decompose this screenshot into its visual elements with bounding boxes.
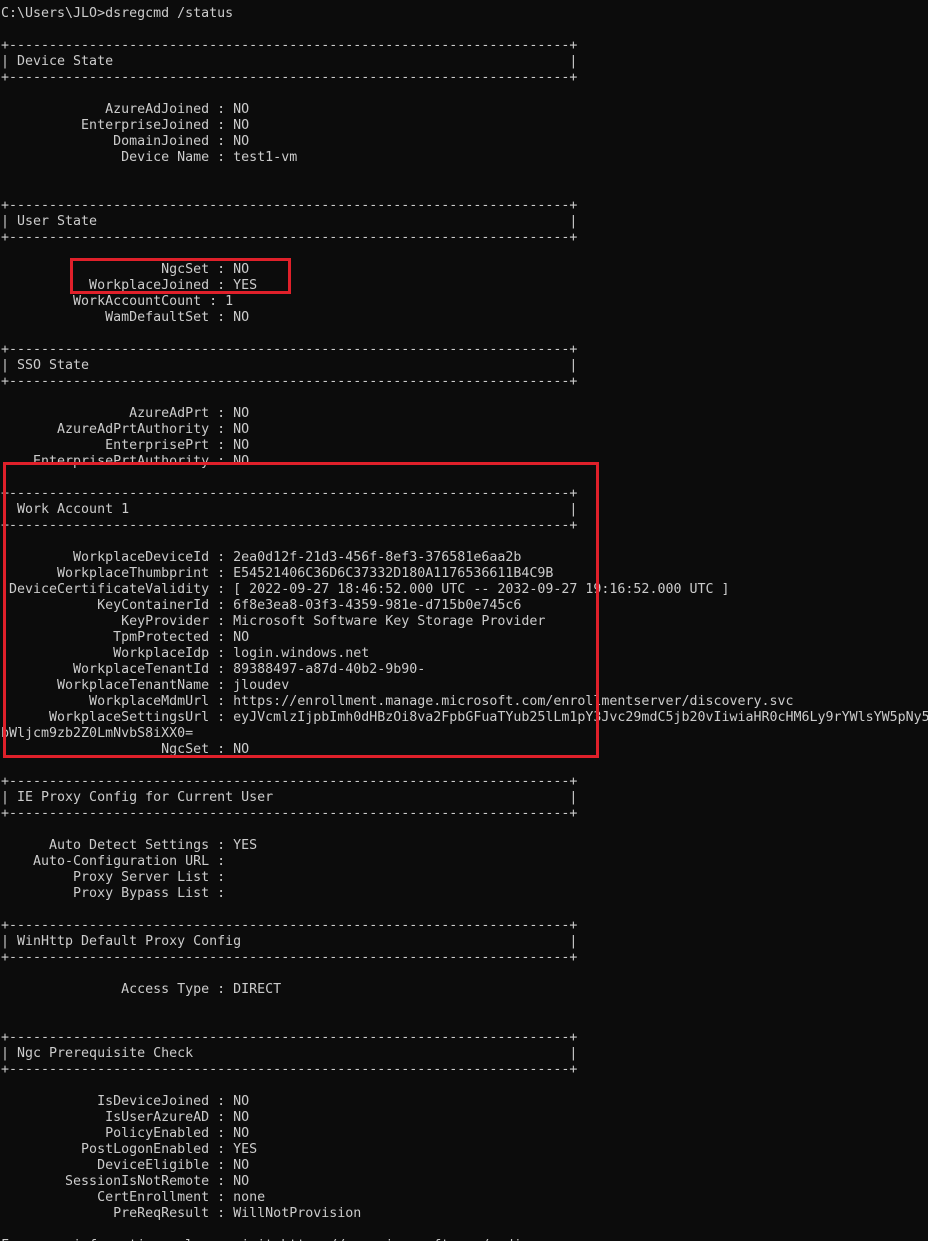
console-line: Auto-Configuration URL :: [1, 854, 226, 869]
console-line: C:\Users\JLO>dsregcmd /status: [1, 6, 234, 21]
console-line: Device Name : test1-vm: [1, 150, 298, 165]
console-line: +---------------------------------------…: [1, 198, 578, 213]
console-line: +---------------------------------------…: [1, 230, 578, 245]
console-line: PolicyEnabled : NO: [1, 1126, 250, 1141]
console-line: AzureAdJoined : NO: [1, 102, 250, 117]
console-line: | SSO State |: [1, 358, 578, 373]
console-line: +---------------------------------------…: [1, 918, 578, 933]
console-line: | IE Proxy Config for Current User |: [1, 790, 578, 805]
console-line: | Device State |: [1, 54, 578, 69]
console-line: | User State |: [1, 214, 578, 229]
console-line: WorkplaceIdp : login.windows.net: [1, 646, 370, 661]
console-line: CertEnrollment : none: [1, 1190, 266, 1205]
console-line: WorkplaceMdmUrl : https://enrollment.man…: [1, 694, 794, 709]
console-line: IsDeviceJoined : NO: [1, 1094, 250, 1109]
console-line: EnterprisePrtAuthority : NO: [1, 454, 250, 469]
console-line: | Work Account 1 |: [1, 502, 578, 517]
console-line: IsUserAzureAD : NO: [1, 1110, 250, 1125]
console-line: bWljcm9zb2Z0LmNvbS8iXX0=: [1, 726, 194, 741]
console-line: DeviceCertificateValidity : [ 2022-09-27…: [1, 582, 730, 597]
console-line: WorkplaceTenantId : 89388497-a87d-40b2-9…: [1, 662, 426, 677]
console-line: +---------------------------------------…: [1, 374, 578, 389]
console-line: +---------------------------------------…: [1, 70, 578, 85]
console-line: +---------------------------------------…: [1, 342, 578, 357]
console-line: Auto Detect Settings : YES: [1, 838, 258, 853]
console-line: DeviceEligible : NO: [1, 1158, 250, 1173]
console-line: SessionIsNotRemote : NO: [1, 1174, 250, 1189]
console-line: WamDefaultSet : NO: [1, 310, 250, 325]
console-line: PostLogonEnabled : YES: [1, 1142, 258, 1157]
console-line: | Ngc Prerequisite Check |: [1, 1046, 578, 1061]
console-line: EnterpriseJoined : NO: [1, 118, 250, 133]
console-line: KeyProvider : Microsoft Software Key Sto…: [1, 614, 546, 629]
console-line: NgcSet : NO: [1, 262, 250, 277]
console-line: WorkplaceSettingsUrl : eyJVcmlzIjpbImh0d…: [1, 710, 928, 725]
console-line: +---------------------------------------…: [1, 1062, 578, 1077]
console-line: DomainJoined : NO: [1, 134, 250, 149]
console-line: | WinHttp Default Proxy Config |: [1, 934, 578, 949]
console-line: +---------------------------------------…: [1, 486, 578, 501]
console-line: +---------------------------------------…: [1, 950, 578, 965]
console-line: +---------------------------------------…: [1, 38, 578, 53]
console-line: KeyContainerId : 6f8e3ea8-03f3-4359-981e…: [1, 598, 522, 613]
console-line: PreReqResult : WillNotProvision: [1, 1206, 362, 1221]
console-line: +---------------------------------------…: [1, 806, 578, 821]
console-line: +---------------------------------------…: [1, 774, 578, 789]
console-line: NgcSet : NO: [1, 742, 250, 757]
console-line: +---------------------------------------…: [1, 1030, 578, 1045]
console-line: Proxy Server List :: [1, 870, 226, 885]
console-line: WorkAccountCount : 1: [1, 294, 234, 309]
terminal-window[interactable]: C:\Users\JLO>dsregcmd /status +---------…: [0, 0, 928, 1241]
console-line: AzureAdPrt : NO: [1, 406, 250, 421]
console-line: EnterprisePrt : NO: [1, 438, 250, 453]
console-line: WorkplaceJoined : YES: [1, 278, 258, 293]
console-line: WorkplaceTenantName : jloudev: [1, 678, 290, 693]
console-line: Access Type : DIRECT: [1, 982, 282, 997]
console-line: TpmProtected : NO: [1, 630, 250, 645]
console-line: AzureAdPrtAuthority : NO: [1, 422, 250, 437]
console-line: +---------------------------------------…: [1, 518, 578, 533]
console-line: WorkplaceThumbprint : E54521406C36D6C373…: [1, 566, 554, 581]
console-output: C:\Users\JLO>dsregcmd /status +---------…: [1, 6, 928, 1241]
console-line: WorkplaceDeviceId : 2ea0d12f-21d3-456f-8…: [1, 550, 522, 565]
console-line: Proxy Bypass List :: [1, 886, 226, 901]
